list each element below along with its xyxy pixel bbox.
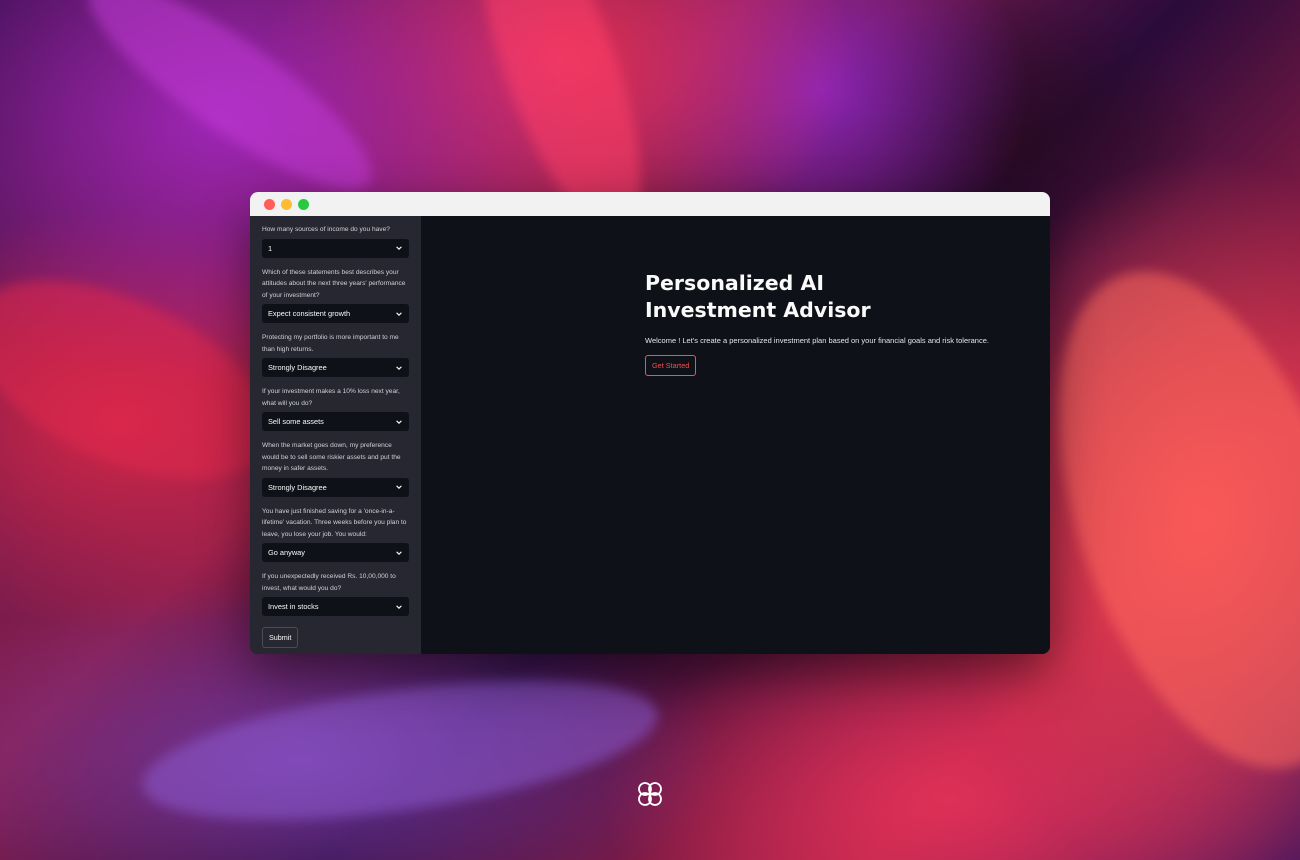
question-market-down: When the market goes down, my preference… — [262, 440, 409, 497]
chevron-down-icon — [396, 311, 402, 316]
app-body: How many sources of income do you have? … — [250, 216, 1050, 654]
chevron-down-icon — [396, 419, 402, 424]
get-started-button[interactable]: Get Started — [645, 355, 697, 376]
loss-reaction-select[interactable]: Sell some assets — [262, 412, 409, 431]
page-title: Personalized AI Investment Advisor — [645, 271, 871, 322]
close-window-button[interactable] — [264, 198, 275, 210]
welcome-text: Welcome ! Let's create a personalized in… — [645, 336, 989, 345]
market-down-select[interactable]: Strongly Disagree — [262, 477, 409, 497]
question-label: If your investment makes a 10% loss next… — [262, 388, 400, 407]
question-performance-attitude: Which of these statements best describes… — [262, 267, 409, 323]
windfall-select[interactable]: Invest in stocks — [262, 597, 409, 616]
logo-icon — [638, 782, 662, 806]
hero-section: Personalized AI Investment Advisor Welco… — [645, 270, 1005, 376]
submit-button[interactable]: Submit — [262, 627, 299, 648]
chevron-down-icon — [396, 550, 402, 555]
select-value: Sell some assets — [268, 417, 324, 426]
question-label: When the market goes down, my preference… — [262, 442, 401, 472]
background-streak — [134, 654, 666, 846]
income-sources-select[interactable]: 1 — [262, 238, 409, 258]
question-vacation: You have just finished saving for a 'onc… — [262, 506, 409, 562]
select-value: Strongly Disagree — [268, 482, 327, 492]
question-label: If you unexpectedly received Rs. 10,00,0… — [262, 573, 396, 592]
background-streak — [64, 0, 396, 220]
maximize-window-button[interactable] — [298, 198, 309, 210]
questionnaire-sidebar: How many sources of income do you have? … — [250, 216, 421, 654]
window-titlebar — [250, 192, 1050, 216]
question-loss-reaction: If your investment makes a 10% loss next… — [262, 386, 409, 431]
performance-attitude-select[interactable]: Expect consistent growth — [262, 304, 409, 323]
question-label: Which of these statements best describes… — [262, 268, 406, 299]
select-value: Invest in stocks — [268, 602, 319, 611]
chevron-down-icon — [396, 485, 402, 489]
question-label: You have just finished saving for a 'onc… — [262, 507, 407, 538]
chevron-down-icon — [396, 604, 402, 609]
chevron-down-icon — [396, 365, 402, 370]
question-income-sources: How many sources of income do you have? … — [262, 224, 409, 258]
question-label: Protecting my portfolio is more importan… — [262, 334, 399, 353]
chevron-down-icon — [396, 246, 402, 250]
question-windfall: If you unexpectedly received Rs. 10,00,0… — [262, 571, 409, 616]
select-value: Strongly Disagree — [268, 363, 327, 372]
minimize-window-button[interactable] — [281, 198, 292, 210]
app-window: How many sources of income do you have? … — [250, 192, 1050, 654]
question-protect-portfolio: Protecting my portfolio is more importan… — [262, 332, 409, 377]
protect-portfolio-select[interactable]: Strongly Disagree — [262, 358, 409, 377]
select-value: Expect consistent growth — [268, 309, 351, 318]
main-content: Personalized AI Investment Advisor Welco… — [421, 216, 1050, 654]
question-label: How many sources of income do you have? — [262, 226, 390, 233]
select-value: 1 — [268, 243, 273, 253]
select-value: Go anyway — [268, 548, 305, 557]
vacation-select[interactable]: Go anyway — [262, 543, 409, 562]
